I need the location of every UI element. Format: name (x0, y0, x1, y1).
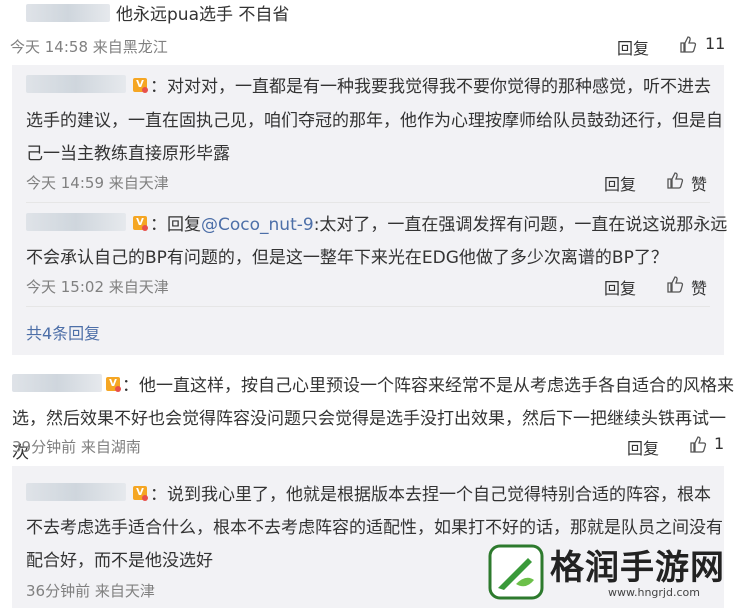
comment-text-line: ：他一直这样，按自己心里预设一个阵容来经常不是从考虑选手各自适合的风格来 (122, 376, 734, 396)
more-replies-link[interactable]: 共4条回复 (26, 320, 100, 344)
like-count: 11 (705, 34, 726, 53)
username-blurred[interactable] (12, 374, 102, 392)
username-blurred[interactable] (26, 4, 110, 22)
username-blurred[interactable] (26, 75, 126, 93)
thumbs-up-icon[interactable] (679, 35, 697, 53)
username-blurred[interactable] (26, 213, 126, 231)
vip-badge-icon: V (133, 486, 148, 501)
reply-button[interactable]: 回复 (617, 35, 649, 59)
reply-text-line: 配合好，而不是他没选好 (26, 551, 213, 571)
username-blurred[interactable] (26, 483, 126, 501)
divider (26, 306, 710, 307)
reply-time: 36分钟前 来自天津 (26, 582, 155, 600)
reply-time: 今天 14:59 来自天津 (26, 174, 169, 192)
comment-time: 39分钟前 来自湖南 (12, 438, 141, 456)
watermark-url: www.hngrjd.com (608, 586, 700, 599)
reply-text-line: 己一当主教练直接原形毕露 (26, 144, 230, 164)
reply-text-line: 选手的建议，一直在固执己见，咱们夺冠的那年，他作为心理按摩师给队员鼓劲还行，但是… (26, 111, 723, 131)
comment-time: 今天 14:58 来自黑龙江 (10, 38, 168, 56)
watermark-logo-icon (488, 544, 544, 600)
vip-badge-icon: V (106, 377, 121, 392)
like-count: 1 (714, 434, 725, 453)
thumbs-up-icon[interactable] (689, 435, 707, 453)
reply-button[interactable]: 回复 (627, 435, 659, 459)
thumbs-up-icon[interactable] (666, 171, 684, 189)
reply-time: 今天 15:02 来自天津 (26, 278, 169, 296)
reply-button[interactable]: 回复 (604, 275, 636, 299)
reply-text-line: ：回复@Coco_nut-9:太对了，一直在强调发挥有问题，一直在说这说那永远 (150, 215, 728, 235)
reply-button[interactable]: 回复 (604, 171, 636, 195)
reply-text-line: ：对对对，一直都是有一种我要我觉得我不要你觉得的那种感觉，听不进去 (150, 77, 711, 97)
thumbs-up-icon[interactable] (666, 275, 684, 293)
like-button-label[interactable]: 赞 (691, 171, 707, 195)
reply-text-line: 不会承认自己的BP有问题的，但是这一整年下来光在EDG他做了多少次离谱的BP了？ (26, 248, 668, 268)
vip-badge-icon: V (133, 78, 148, 93)
mention-link[interactable]: @Coco_nut-9 (201, 215, 314, 235)
like-button-label[interactable]: 赞 (691, 275, 707, 299)
watermark-name: 格润手游网 (550, 548, 725, 588)
vip-badge-icon: V (133, 216, 148, 231)
reply-text-line: ：说到我心里了，他就是根据版本去捏一个自己觉得特别合适的阵容，根本 (150, 485, 711, 505)
divider (26, 202, 710, 203)
comment-text: 他永远pua选手 不自省 (116, 5, 290, 25)
watermark: 格润手游网 www.hngrjd.com (488, 540, 728, 604)
